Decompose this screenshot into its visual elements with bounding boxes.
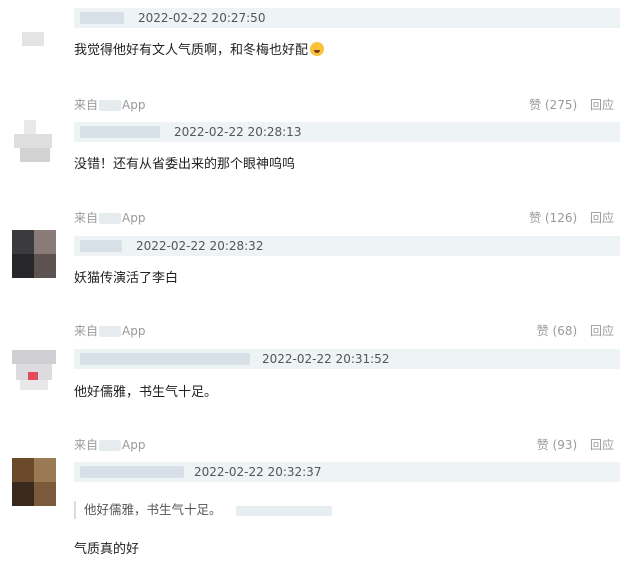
app-name-redacted <box>99 440 122 451</box>
app-name-redacted <box>99 326 122 337</box>
app-name-redacted <box>99 213 122 224</box>
like-button[interactable]: 赞 (93) <box>537 438 577 452</box>
comment-header-bar: 2022-02-22 20:27:50 <box>74 8 620 28</box>
comment-timestamp: 2022-02-22 20:28:32 <box>136 239 264 253</box>
comment-timestamp: 2022-02-22 20:31:52 <box>262 352 390 366</box>
username-redacted[interactable] <box>80 126 160 138</box>
user-avatar[interactable] <box>12 8 56 56</box>
reply-button[interactable]: 回应 <box>590 98 614 112</box>
reply-button[interactable]: 回应 <box>590 438 614 452</box>
user-avatar[interactable] <box>12 116 56 164</box>
comment-header-bar: 2022-02-22 20:32:37 <box>74 462 620 482</box>
comment-text: 没错！还有从省委出来的那个眼神呜呜 <box>74 157 296 172</box>
username-redacted[interactable] <box>80 240 122 252</box>
user-avatar[interactable] <box>12 458 56 506</box>
app-name-redacted <box>99 100 122 111</box>
comment-meta: 来自 App 赞 (275) 回应 <box>74 98 614 112</box>
comment-text: 妖猫传演活了李白 <box>74 271 179 286</box>
crying-face-emoji <box>310 42 325 56</box>
user-avatar[interactable] <box>12 230 56 278</box>
comment-meta: 来自 App 赞 (93) 回应 <box>74 438 614 452</box>
comment-timestamp: 2022-02-22 20:28:13 <box>174 125 302 139</box>
like-button[interactable]: 赞 (275) <box>529 98 577 112</box>
comment-meta: 来自 App 赞 (68) 回应 <box>74 324 614 338</box>
reply-button[interactable]: 回应 <box>590 324 614 338</box>
username-redacted[interactable] <box>80 466 184 478</box>
quoted-username-redacted[interactable] <box>235 505 332 516</box>
comment-timestamp: 2022-02-22 20:27:50 <box>138 11 266 25</box>
comment-timestamp: 2022-02-22 20:32:37 <box>194 465 322 479</box>
like-button[interactable]: 赞 (68) <box>537 324 577 338</box>
user-avatar[interactable] <box>12 344 56 392</box>
quoted-reply: 他好儒雅，书生气十足。 <box>74 501 332 519</box>
like-button[interactable]: 赞 (126) <box>529 211 577 225</box>
comment-header-bar: 2022-02-22 20:28:13 <box>74 122 620 142</box>
comment-header-bar: 2022-02-22 20:31:52 <box>74 349 620 369</box>
username-redacted[interactable] <box>80 353 250 365</box>
username-redacted[interactable] <box>80 12 124 24</box>
comment-text: 气质真的好 <box>74 542 140 557</box>
reply-button[interactable]: 回应 <box>590 211 614 225</box>
comment-meta: 来自 App 赞 (126) 回应 <box>74 211 614 225</box>
comment-header-bar: 2022-02-22 20:28:32 <box>74 236 620 256</box>
comment-text: 他好儒雅，书生气十足。 <box>74 385 218 400</box>
comment-text: 我觉得他好有文人气质啊，和冬梅也好配 <box>74 42 325 60</box>
